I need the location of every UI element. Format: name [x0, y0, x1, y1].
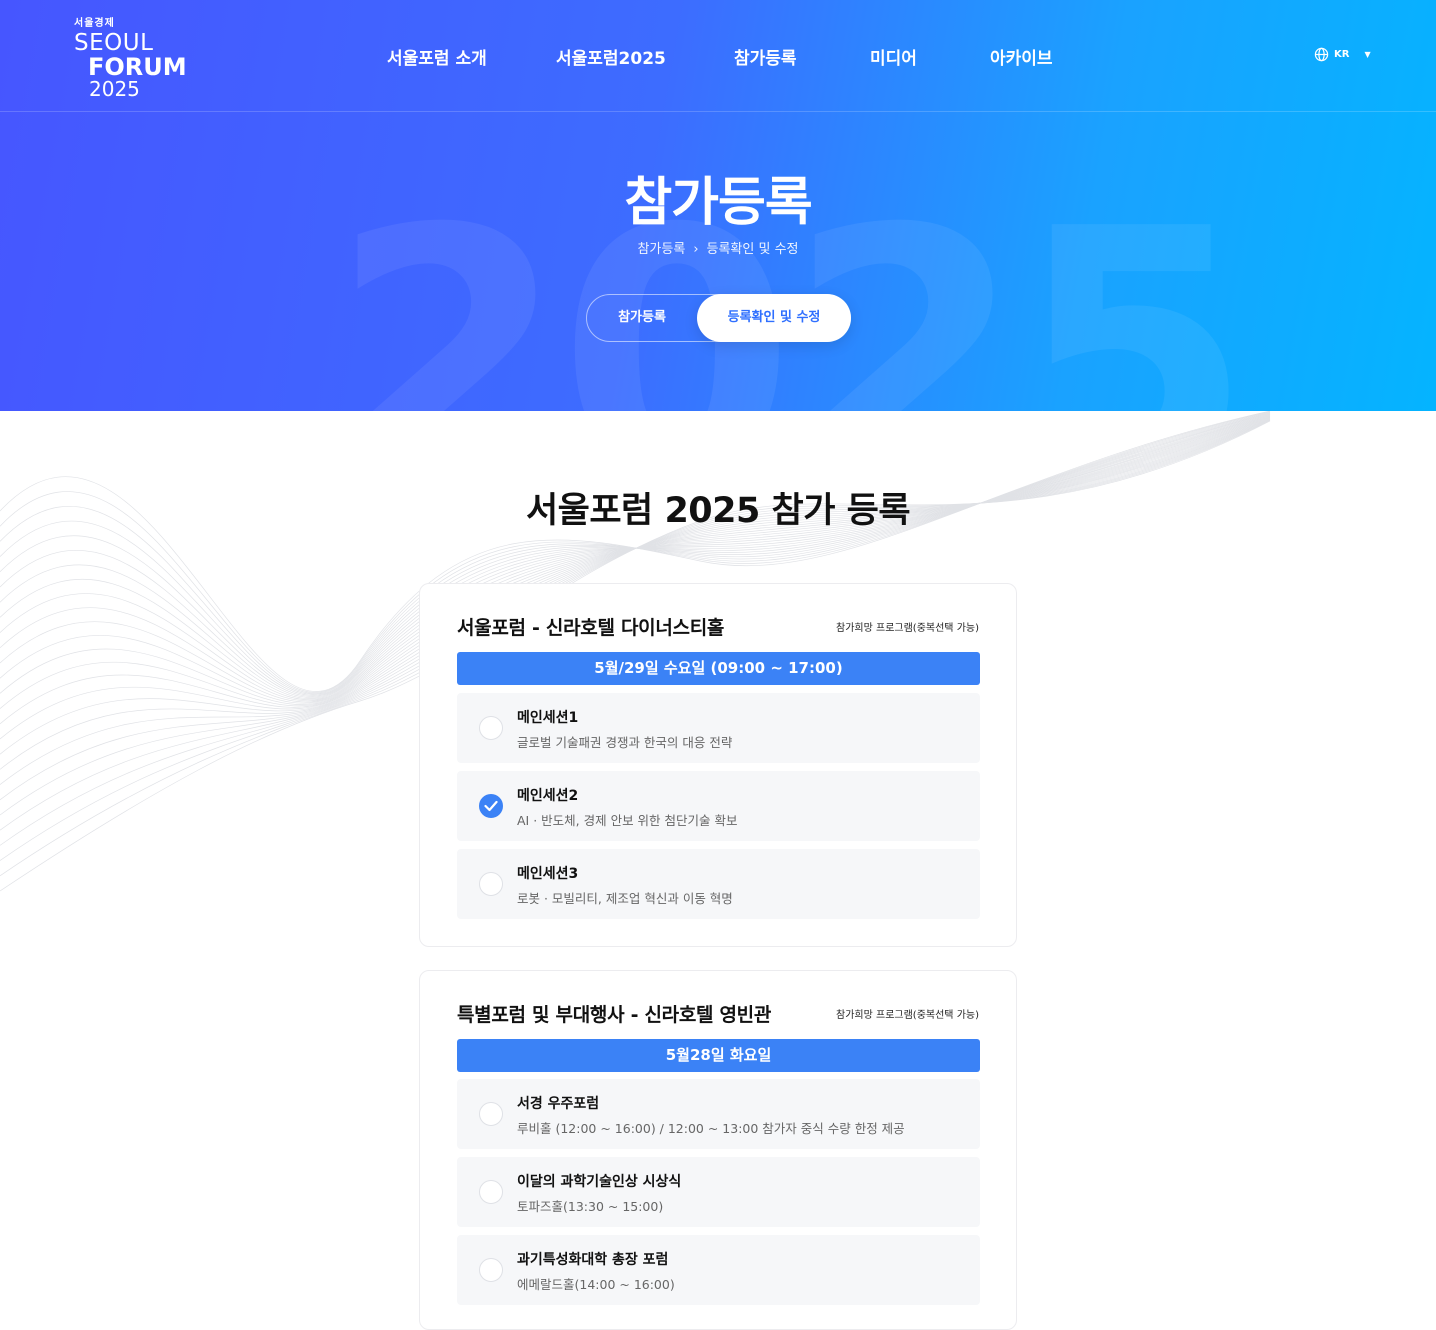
- option-subtitle: 글로벌 기술패권 경쟁과 한국의 대응 전략: [517, 735, 733, 750]
- option-title: 메인세션3: [517, 866, 579, 882]
- option-subtitle: 토파즈홀(13:30 ~ 15:00): [517, 1199, 664, 1214]
- card-main-forum: 서울포럼 - 신라호텔 다이너스티홀 참가희망 프로그램(중복선택 가능) 5월…: [419, 583, 1017, 947]
- site-header: 서울경제 SEOUL FORUM 2025 서울포럼 소개 서울포럼2025 참…: [0, 0, 1436, 112]
- hero-banner: 2025 서울경제 SEOUL FORUM 2025 서울포럼 소개 서울포럼2…: [0, 0, 1436, 411]
- chevron-right-icon: ›: [693, 242, 699, 257]
- option-title: 메인세션2: [517, 788, 579, 804]
- option-space-forum[interactable]: 서경 우주포럼 루비홀 (12:00 ~ 16:00) / 12:00 ~ 13…: [457, 1079, 980, 1149]
- logo-year: 2025: [89, 77, 140, 101]
- card-note: 참가희망 프로그램(중복선택 가능): [836, 623, 979, 634]
- option-main-session-1[interactable]: 메인세션1 글로벌 기술패권 경쟁과 한국의 대응 전략: [457, 693, 980, 763]
- radio-checkbox[interactable]: [479, 1258, 503, 1282]
- card-note: 참가희망 프로그램(중복선택 가능): [836, 1010, 979, 1021]
- language-selector[interactable]: KR ▼: [1314, 47, 1371, 62]
- breadcrumb-item-confirm[interactable]: 등록확인 및 수정: [707, 242, 799, 257]
- check-icon: [484, 800, 498, 812]
- option-main-session-2[interactable]: 메인세션2 AI · 반도체, 경제 안보 위한 첨단기술 확보: [457, 771, 980, 841]
- nav-media[interactable]: 미디어: [870, 44, 917, 69]
- card-header: 서울포럼 - 신라호텔 다이너스티홀 참가희망 프로그램(중복선택 가능): [457, 613, 979, 641]
- breadcrumb-item-registration[interactable]: 참가등록: [637, 242, 685, 257]
- option-title: 메인세션1: [517, 710, 579, 726]
- nav-registration[interactable]: 참가등록: [734, 44, 797, 69]
- date-bar: 5월28일 화요일: [457, 1039, 980, 1072]
- option-subtitle: 루비홀 (12:00 ~ 16:00) / 12:00 ~ 13:00 참가자 …: [517, 1121, 905, 1136]
- card-header: 특별포럼 및 부대행사 - 신라호텔 영빈관 참가희망 프로그램(중복선택 가능…: [457, 1000, 979, 1028]
- radio-checkbox[interactable]: [479, 1102, 503, 1126]
- page-title: 참가등록: [624, 173, 812, 233]
- option-title: 과기특성화대학 총장 포럼: [517, 1252, 669, 1268]
- breadcrumb: 참가등록 › 등록확인 및 수정: [0, 238, 1436, 257]
- radio-checkbox[interactable]: [479, 794, 503, 818]
- section-title: 서울포럼 2025 참가 등록: [525, 491, 911, 531]
- logo-korean: 서울경제: [74, 18, 115, 29]
- nav-about[interactable]: 서울포럼 소개: [387, 44, 487, 69]
- tab-confirm-edit[interactable]: 등록확인 및 수정: [697, 294, 851, 342]
- caret-down-icon: ▼: [1364, 50, 1371, 59]
- radio-checkbox[interactable]: [479, 716, 503, 740]
- option-science-award[interactable]: 이달의 과학기술인상 시상식 토파즈홀(13:30 ~ 15:00): [457, 1157, 980, 1227]
- main-nav: 서울포럼 소개 서울포럼2025 참가등록 미디어 아카이브: [0, 44, 1436, 69]
- radio-checkbox[interactable]: [479, 872, 503, 896]
- card-title: 서울포럼 - 신라호텔 다이너스티홀: [457, 617, 725, 639]
- option-presidents-forum[interactable]: 과기특성화대학 총장 포럼 에메랄드홀(14:00 ~ 16:00): [457, 1235, 980, 1305]
- date-bar: 5월/29일 수요일 (09:00 ~ 17:00): [457, 652, 980, 685]
- globe-icon: [1314, 47, 1329, 62]
- option-subtitle: 로봇 · 모빌리티, 제조업 혁신과 이동 혁명: [517, 891, 733, 906]
- tab-registration[interactable]: 참가등록: [587, 294, 697, 342]
- option-title: 이달의 과학기술인상 시상식: [517, 1174, 682, 1190]
- registration-tabs: 참가등록 등록확인 및 수정: [586, 294, 851, 342]
- language-label: KR: [1334, 49, 1350, 60]
- card-special-forum: 특별포럼 및 부대행사 - 신라호텔 영빈관 참가희망 프로그램(중복선택 가능…: [419, 970, 1017, 1330]
- radio-checkbox[interactable]: [479, 1180, 503, 1204]
- option-title: 서경 우주포럼: [517, 1096, 600, 1112]
- card-title: 특별포럼 및 부대행사 - 신라호텔 영빈관: [457, 1004, 772, 1026]
- nav-archive[interactable]: 아카이브: [990, 44, 1053, 69]
- option-subtitle: 에메랄드홀(14:00 ~ 16:00): [517, 1277, 675, 1292]
- option-main-session-3[interactable]: 메인세션3 로봇 · 모빌리티, 제조업 혁신과 이동 혁명: [457, 849, 980, 919]
- option-subtitle: AI · 반도체, 경제 안보 위한 첨단기술 확보: [517, 813, 738, 828]
- nav-forum-2025[interactable]: 서울포럼2025: [556, 44, 666, 69]
